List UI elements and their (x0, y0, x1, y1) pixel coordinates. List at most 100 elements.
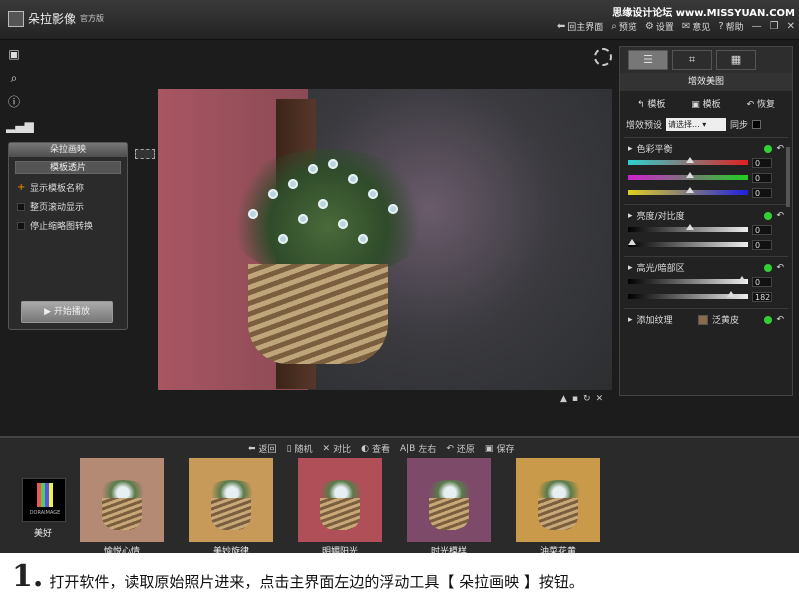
close-icon[interactable]: ✕ (596, 394, 604, 404)
refresh-icon[interactable]: ↻ (583, 394, 591, 404)
sync-checkbox[interactable] (752, 120, 762, 129)
left-right-button[interactable]: A|B 左右 (399, 442, 436, 456)
slider-thumb[interactable] (686, 224, 694, 230)
reset-icon[interactable]: ↶ (776, 315, 784, 325)
minimize-icon[interactable]: — (752, 21, 762, 32)
template-save-button[interactable]: ▣ 模板 (691, 97, 720, 110)
option-page-scroll[interactable]: 整页滚动显示 (9, 197, 127, 216)
section-header[interactable]: ▸ 色彩平衡 ↶ (624, 142, 788, 156)
slider-value[interactable]: 0 (752, 224, 772, 235)
menu-feedback[interactable]: ✉ 意见 (682, 20, 710, 33)
template-thumbnail[interactable] (189, 458, 273, 542)
menu-help[interactable]: ? 帮助 (718, 20, 743, 33)
view-button[interactable]: ◐ 查看 (361, 442, 390, 456)
enabled-indicator[interactable] (764, 315, 773, 324)
template-strip: ⬅ 返回 ▯ 随机 ✕ 对比 ◐ 查看 A|B 左右 ↶ 还原 ▣ 保存 DORAIMAGE … (0, 436, 799, 553)
tool-label: 返回 (258, 445, 277, 455)
menu-home[interactable]: ⬅ 回主界面 (557, 20, 603, 33)
template-logo-card[interactable]: DORAIMAGE (22, 478, 66, 522)
slider-thumb[interactable] (738, 276, 747, 282)
panel-title[interactable]: 朵拉画映 (9, 143, 127, 157)
save-button[interactable]: ▣ 保存 (485, 442, 515, 456)
checkbox[interactable] (17, 202, 25, 211)
rotate-icon[interactable] (594, 48, 612, 66)
checkbox[interactable] (17, 221, 25, 230)
slider-track[interactable] (628, 157, 748, 165)
enabled-indicator[interactable] (764, 263, 773, 272)
restore-icon[interactable]: ❐ (770, 21, 779, 32)
preset-select[interactable]: 请选择... ▾ (666, 118, 727, 131)
restore-button[interactable]: ↶ 恢复 (747, 97, 775, 110)
expand-icon[interactable]: ▸ (628, 315, 633, 325)
section-header[interactable]: ▸ 添加纹理 泛黄皮 ↶ (624, 313, 788, 326)
texture-name: 泛黄皮 (711, 316, 739, 326)
slider-thumb[interactable] (726, 291, 735, 297)
thumbnail-label: 油菜花黄 (539, 547, 576, 553)
slider-track[interactable] (628, 239, 748, 247)
slider-value[interactable]: 0 (752, 239, 772, 250)
expand-icon[interactable]: ▸ (628, 263, 633, 273)
slider-track[interactable] (628, 291, 748, 299)
slider-value[interactable]: 182 (752, 291, 772, 302)
expand-icon[interactable]: ▸ (628, 144, 633, 154)
thumbnail-label: 美妙旋律 (212, 547, 249, 553)
template-thumbnail[interactable] (407, 458, 491, 542)
reset-icon[interactable]: ↶ (776, 211, 784, 221)
filmstrip-icon[interactable] (135, 149, 155, 159)
enabled-indicator[interactable] (764, 211, 773, 220)
reset-icon[interactable]: ↶ (776, 263, 784, 273)
panel-scrollbar[interactable] (786, 147, 790, 207)
panel-title: 增效美图 (620, 73, 792, 91)
search-icon[interactable]: ⌕ (6, 70, 22, 86)
slider-track[interactable] (628, 224, 748, 232)
tab-template-slides[interactable]: 模板透片 (15, 161, 121, 174)
template-thumbnail[interactable] (516, 458, 600, 542)
expand-icon[interactable]: ▸ (628, 211, 633, 221)
slider-value[interactable]: 0 (752, 157, 772, 168)
slider-value[interactable]: 0 (752, 276, 772, 287)
back-button[interactable]: ⬅ 返回 (248, 442, 277, 456)
slider-track[interactable] (628, 187, 748, 195)
tab-crop[interactable]: ⌗ (672, 50, 712, 70)
template-load-button[interactable]: ↰ 模板 (637, 97, 665, 110)
slider-value[interactable]: 0 (752, 187, 772, 198)
menu-preview[interactable]: ⌕ 预览 (611, 20, 637, 33)
slider-track[interactable] (628, 276, 748, 284)
section-header[interactable]: ▸ 亮度/对比度 ↶ (624, 209, 788, 223)
revert-button[interactable]: ↶ 还原 (446, 442, 475, 456)
reset-icon[interactable]: ↶ (776, 144, 784, 154)
image-icon[interactable]: ▣ (6, 46, 22, 62)
menu-settings[interactable]: ⚙ 设置 (645, 20, 674, 33)
texture-swatch[interactable] (697, 314, 708, 325)
template-thumbnail[interactable] (80, 458, 164, 542)
slider-track[interactable] (628, 172, 748, 180)
option-stop-thumb-convert[interactable]: 停止缩略图转换 (9, 216, 127, 235)
close-icon[interactable]: ✕ (787, 21, 795, 32)
section-title: 色彩平衡 (636, 145, 673, 155)
info-icon[interactable]: ▪ (572, 394, 578, 404)
start-play-button[interactable]: ▶ 开始播放 (21, 301, 113, 323)
tab-adjust[interactable]: ☰ (628, 50, 668, 70)
slider-row: 0 (624, 185, 788, 200)
random-button[interactable]: ▯ 随机 (287, 442, 313, 456)
slider-thumb[interactable] (628, 239, 636, 245)
slider-thumb[interactable] (686, 172, 694, 178)
slider-thumb[interactable] (686, 187, 694, 193)
start-play-label: 开始播放 (53, 307, 90, 317)
back-arrow-icon: ⬅ (248, 443, 256, 454)
slider-value[interactable]: 0 (752, 172, 772, 183)
adjust-section: ▸ 添加纹理 泛黄皮 ↶ (624, 308, 788, 326)
option-show-template-name[interactable]: + 显示模板名称 (9, 178, 127, 197)
tab-effects[interactable]: ▦ (716, 50, 756, 70)
preset-row: 增效预设 请选择... ▾ 同步 (620, 116, 792, 133)
histogram-icon[interactable]: ▂▄▆ (6, 118, 34, 134)
enabled-indicator[interactable] (764, 144, 773, 153)
plus-icon: + (17, 181, 26, 193)
person-icon[interactable]: ▲ (560, 394, 567, 404)
info-icon[interactable]: ⓘ (6, 94, 22, 110)
slider-thumb[interactable] (686, 157, 694, 163)
section-header[interactable]: ▸ 高光/暗部区 ↶ (624, 261, 788, 275)
compare-button[interactable]: ✕ 对比 (323, 442, 352, 456)
template-thumbnail[interactable] (298, 458, 382, 542)
ab-icon: A|B (399, 443, 416, 454)
